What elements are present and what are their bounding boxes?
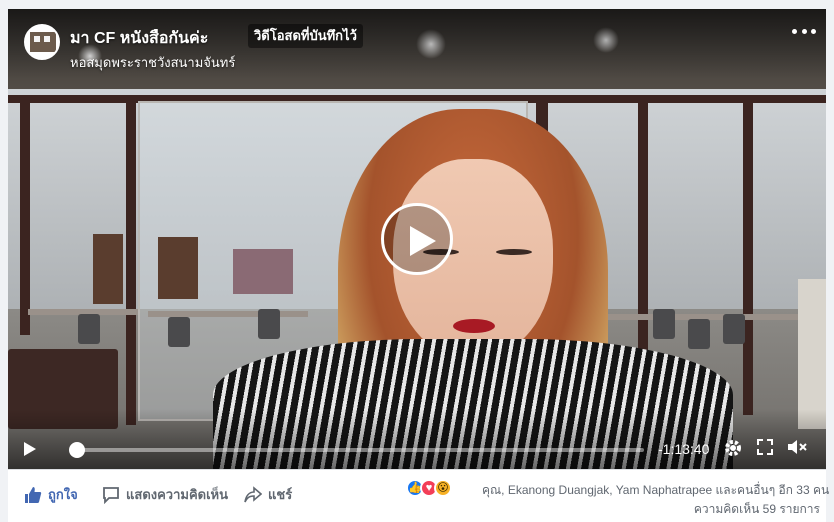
reaction-names[interactable]: คุณ, Ekanong Duangjak, Yam Naphatrapee แ…: [482, 481, 829, 500]
page-name[interactable]: มา CF หนังสือกันค่ะ: [70, 26, 208, 51]
expand-icon[interactable]: [754, 438, 776, 460]
presenter-eye: [496, 249, 532, 255]
avatar-window: [44, 36, 50, 42]
post-frame: มา CF หนังสือกันค่ะ วิดีโอสดที่บันทึกไว้…: [0, 0, 834, 522]
poster-board: [233, 249, 293, 294]
comment-button[interactable]: แสดงความคิดเห็น: [102, 484, 228, 505]
like-label: ถูกใจ: [48, 487, 78, 502]
thumbs-up-icon: [25, 486, 42, 503]
share-button[interactable]: แชร์: [244, 484, 292, 505]
location-label[interactable]: หอสมุดพระราชวังสนามจันทร์: [70, 52, 235, 73]
door-frame-post: [743, 95, 753, 415]
comment-icon: [103, 486, 119, 504]
comment-label: แสดงความคิดเห็น: [126, 487, 229, 502]
chair: [258, 309, 280, 339]
comment-count[interactable]: ความคิดเห็น 59 รายการ: [694, 500, 820, 519]
recorded-live-badge: วิดีโอสดที่บันทึกไว้: [248, 24, 363, 48]
chair: [168, 317, 190, 347]
big-play-button[interactable]: [381, 203, 453, 275]
chair: [723, 314, 745, 344]
like-button[interactable]: ถูกใจ: [24, 484, 78, 505]
more-dots-icon[interactable]: [792, 24, 816, 38]
progress-knob[interactable]: [68, 442, 85, 458]
chair: [78, 314, 100, 344]
gear-icon[interactable]: [722, 438, 744, 460]
wow-reaction-icon: 😮: [434, 479, 452, 497]
progress-bar[interactable]: [68, 442, 644, 458]
player-controls: -1:13:40: [8, 429, 826, 469]
avatar-building: [30, 32, 56, 52]
share-icon: [244, 485, 262, 502]
book-stack: [798, 279, 826, 429]
volume-muted-icon[interactable]: [786, 438, 808, 460]
bookshelf: [158, 237, 198, 299]
bookshelf: [93, 234, 123, 304]
play-icon[interactable]: [22, 441, 36, 457]
door-frame-post: [20, 95, 30, 335]
reaction-icons[interactable]: 👍 ♥ 😮: [406, 479, 452, 497]
presenter-lips: [453, 319, 495, 333]
post-action-bar: ถูกใจ แสดงความคิดเห็น แชร์ 👍 ♥ 😮 คุณ, Ek…: [8, 469, 829, 522]
avatar-window: [34, 36, 40, 42]
page-avatar[interactable]: [24, 24, 60, 60]
share-label: แชร์: [268, 487, 293, 502]
time-remaining: -1:13:40: [658, 441, 710, 457]
video-player[interactable]: มา CF หนังสือกันค่ะ วิดีโอสดที่บันทึกไว้…: [8, 9, 826, 469]
chair: [653, 309, 675, 339]
door-frame-post: [126, 95, 136, 425]
chair: [688, 319, 710, 349]
